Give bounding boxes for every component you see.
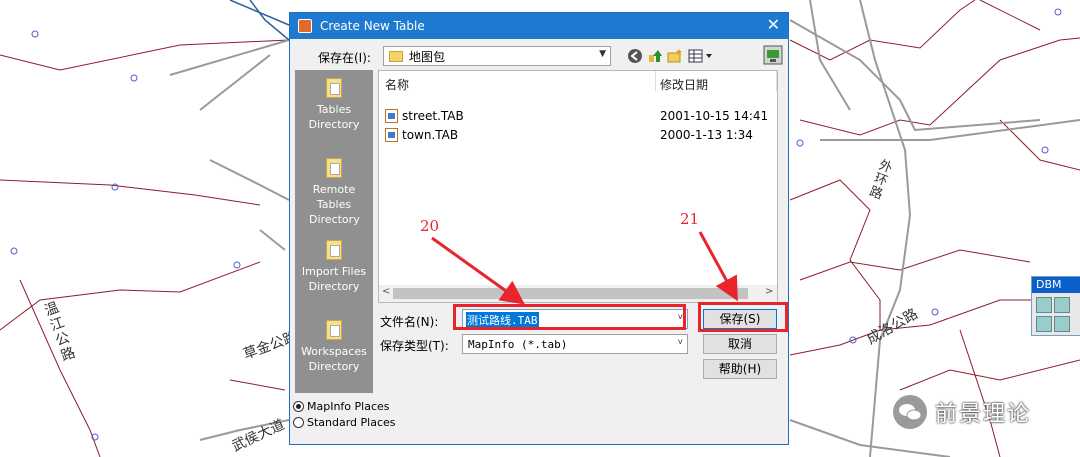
file-name: town.TAB: [402, 128, 459, 142]
folder-icon: [326, 240, 342, 260]
filetype-select[interactable]: MapInfo (*.tab) ˅: [462, 334, 688, 354]
dbm-toolbar-title: DBM: [1032, 277, 1080, 293]
place-workspaces-directory[interactable]: Workspaces Directory: [295, 320, 373, 374]
dbm-tool-button-4[interactable]: [1054, 316, 1070, 332]
file-date: 2000-1-13 1:34: [660, 128, 753, 142]
dbm-toolbar: DBM: [1031, 276, 1080, 336]
close-icon[interactable]: ✕: [767, 16, 780, 34]
save-in-select[interactable]: 地图包 ▼: [383, 46, 611, 66]
place-label: Workspaces Directory: [301, 345, 367, 373]
place-label: Tables Directory: [308, 103, 360, 131]
filetype-value: MapInfo (*.tab): [468, 338, 568, 351]
folder-icon: [326, 320, 342, 340]
highlight-filename: [453, 304, 686, 330]
filetype-label: 保存类型(T):: [380, 339, 449, 353]
file-row[interactable]: street.TAB: [385, 107, 464, 125]
highlight-save-button: [698, 302, 788, 332]
radio-button[interactable]: [293, 417, 304, 428]
filename-label: 文件名(N):: [380, 315, 439, 329]
save-in-label: 保存在(I):: [318, 51, 371, 65]
radio-standard-places[interactable]: Standard Places: [293, 416, 396, 429]
wechat-icon: [893, 395, 927, 429]
scroll-left-icon[interactable]: <: [382, 286, 390, 297]
up-folder-icon[interactable]: [647, 48, 663, 64]
chevron-down-icon: ˅: [677, 338, 683, 348]
watermark-text: 前景理论: [935, 402, 1032, 427]
place-remote-tables-directory[interactable]: Remote Tables Directory: [295, 158, 373, 227]
help-button[interactable]: 帮助(H): [703, 359, 777, 379]
sort-up-icon: ^: [511, 70, 520, 78]
annotation-step-20: 20: [420, 217, 440, 235]
place-tables-directory[interactable]: Tables Directory: [295, 78, 373, 132]
app-icon: [298, 19, 312, 33]
scroll-right-icon[interactable]: >: [765, 286, 773, 297]
annotation-step-21: 21: [680, 210, 700, 228]
back-icon[interactable]: [627, 48, 643, 64]
column-header-modified[interactable]: 修改日期: [660, 76, 708, 93]
dbm-tool-button-2[interactable]: [1054, 297, 1070, 313]
radio-label: Standard Places: [307, 416, 396, 429]
radio-label: MapInfo Places: [307, 400, 390, 413]
chevron-down-icon: ▼: [599, 49, 606, 59]
places-bar: Tables Directory Remote Tables Directory…: [295, 70, 373, 393]
create-new-table-dialog: Create New Table ✕ 保存在(I): 地图包 ▼ Tables …: [289, 12, 789, 445]
dialog-titlebar[interactable]: Create New Table ✕: [290, 13, 788, 39]
horizontal-scrollbar[interactable]: < >: [379, 285, 777, 302]
column-header-name[interactable]: 名称: [385, 76, 409, 93]
column-separator: [776, 71, 777, 91]
file-list[interactable]: 名称 ^ 修改日期 类 street.TAB 2001-10-15 14:41 …: [378, 70, 778, 303]
file-row[interactable]: town.TAB: [385, 126, 458, 144]
cancel-button[interactable]: 取消: [703, 334, 777, 354]
file-date: 2001-10-15 14:41: [660, 109, 769, 123]
folder-icon: [326, 158, 342, 178]
new-folder-icon[interactable]: [667, 48, 683, 64]
dialog-title: Create New Table: [320, 19, 425, 33]
scrollbar-thumb[interactable]: [393, 288, 748, 299]
dbm-tool-button-1[interactable]: [1036, 297, 1052, 313]
place-label: Remote Tables Directory: [309, 183, 360, 226]
dbm-tool-button-3[interactable]: [1036, 316, 1052, 332]
watermark: 前景理论: [893, 392, 1031, 432]
view-menu-icon[interactable]: [688, 48, 714, 64]
place-import-files-directory[interactable]: Import Files Directory: [295, 240, 373, 294]
save-in-value: 地图包: [409, 49, 446, 64]
place-label: Import Files Directory: [301, 265, 367, 293]
desktop-icon[interactable]: [763, 45, 783, 65]
tab-file-icon: [385, 109, 398, 123]
tab-file-icon: [385, 128, 398, 142]
folder-icon: [389, 50, 403, 62]
file-name: street.TAB: [402, 109, 464, 123]
radio-mapinfo-places[interactable]: MapInfo Places: [293, 400, 390, 413]
folder-icon: [326, 78, 342, 98]
radio-button[interactable]: [293, 401, 304, 412]
column-separator: [655, 71, 656, 91]
